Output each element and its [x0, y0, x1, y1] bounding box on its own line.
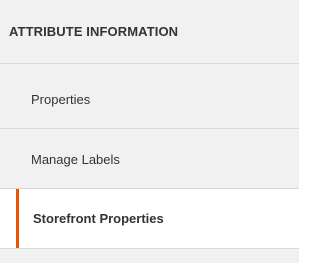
panel-header: ATTRIBUTE INFORMATION	[0, 0, 299, 64]
tab-label: Properties	[31, 91, 91, 107]
tab-label: Storefront Properties	[33, 211, 164, 226]
active-tab-indicator	[16, 189, 19, 248]
tab-manage-labels[interactable]: Manage Labels	[0, 130, 299, 189]
tab-properties[interactable]: Properties	[0, 70, 299, 129]
panel-title: ATTRIBUTE INFORMATION	[9, 24, 179, 39]
attribute-tabs-panel: ATTRIBUTE INFORMATION Properties Manage …	[0, 0, 299, 263]
tab-storefront-properties[interactable]: Storefront Properties	[0, 189, 299, 249]
tab-label: Manage Labels	[31, 151, 120, 167]
